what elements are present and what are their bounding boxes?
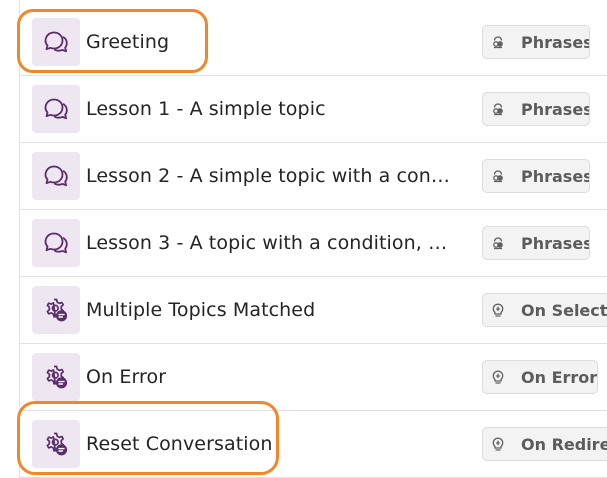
system-gear-icon (32, 420, 80, 468)
trigger-chip[interactable]: Phrases (482, 159, 590, 193)
trigger-label: Phrases (521, 233, 590, 253)
chat-bubbles-icon (32, 18, 80, 66)
topic-row-greeting[interactable]: Greeting Phrases (20, 9, 607, 76)
trigger-label: On Select Intent (521, 300, 607, 320)
trigger-chip[interactable]: On Error (482, 360, 598, 394)
topic-title[interactable]: Lesson 3 - A topic with a condition, var… (86, 230, 458, 257)
trigger-chip[interactable]: Phrases (482, 92, 590, 126)
system-gear-icon (32, 286, 80, 334)
topic-row-multiple-topics-matched[interactable]: Multiple Topics Matched On Select Intent (20, 277, 607, 344)
topic-title[interactable]: On Error (86, 364, 458, 391)
topic-row-lesson-2[interactable]: Lesson 2 - A simple topic with a conditi… (20, 143, 607, 210)
topic-title[interactable]: Lesson 2 - A simple topic with a conditi… (86, 163, 458, 190)
trigger-label: Phrases (521, 166, 590, 186)
topic-title[interactable]: Greeting (86, 29, 458, 56)
topic-row-on-error[interactable]: On Error On Error (20, 344, 607, 411)
topic-title[interactable]: Reset Conversation (86, 431, 458, 458)
topic-row-lesson-3[interactable]: Lesson 3 - A topic with a condition, var… (20, 210, 607, 277)
system-gear-icon (32, 353, 80, 401)
chat-bubbles-icon (32, 152, 80, 200)
phrases-icon (489, 33, 507, 51)
topics-list-panel: Greeting Phrases Lesson 1 - A simple top… (0, 0, 607, 478)
trigger-chip[interactable]: On Redirect (482, 427, 607, 461)
lightbulb-icon (489, 301, 507, 319)
trigger-chip[interactable]: Phrases (482, 226, 590, 260)
trigger-chip[interactable]: On Select Intent (482, 293, 607, 327)
chat-bubbles-icon (32, 219, 80, 267)
phrases-icon (489, 234, 507, 252)
trigger-label: Phrases (521, 32, 590, 52)
phrases-icon (489, 100, 507, 118)
lightbulb-icon (489, 368, 507, 386)
topic-title[interactable]: Multiple Topics Matched (86, 297, 458, 324)
topic-title[interactable]: Lesson 1 - A simple topic (86, 96, 458, 123)
trigger-label: Phrases (521, 99, 590, 119)
trigger-label: On Error (521, 367, 598, 387)
topic-row-lesson-1[interactable]: Lesson 1 - A simple topic Phrases (20, 76, 607, 143)
lightbulb-icon (489, 435, 507, 453)
trigger-label: On Redirect (521, 434, 607, 454)
topic-row-reset-conversation[interactable]: Reset Conversation On Redirect (20, 411, 607, 478)
trigger-chip[interactable]: Phrases (482, 25, 590, 59)
chat-bubbles-icon (32, 85, 80, 133)
phrases-icon (489, 167, 507, 185)
